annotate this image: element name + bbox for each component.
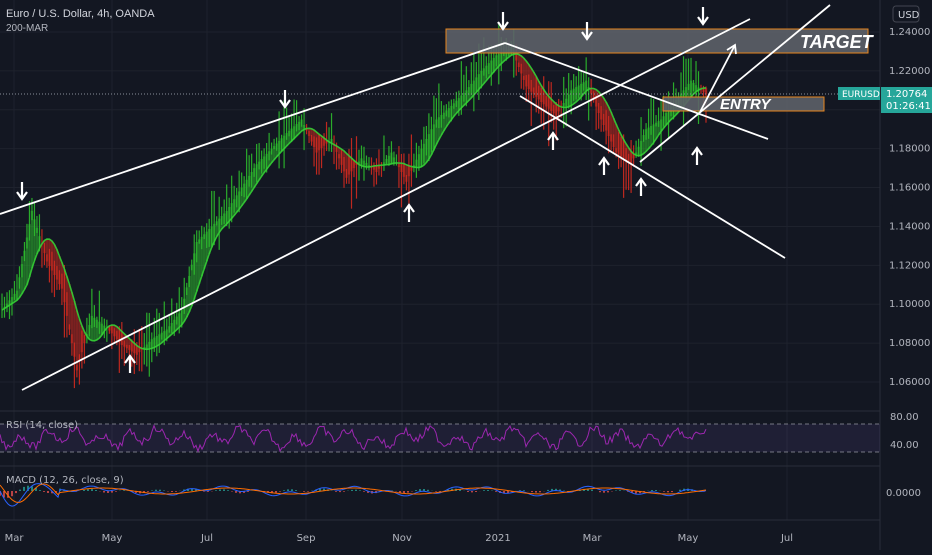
price-axis[interactable]: 1.240001.220001.200001.180001.160001.140… [889,27,930,388]
trend-lines[interactable] [0,4,831,391]
macd-line [0,483,707,507]
price-tick-label: 1.18000 [889,144,930,155]
rsi-tick-40: 40.00 [890,440,919,451]
currency-button-label: USD [898,10,920,21]
price-tick-label: 1.14000 [889,221,930,232]
time-tick-label: May [102,533,123,544]
price-chart[interactable]: TARGET ENTRY RSI (14, close) MACD (12, 2… [0,0,932,550]
macd-label: MACD (12, 26, close, 9) [6,475,124,486]
price-tick-label: 1.24000 [889,27,930,38]
chart-stage: TARGET ENTRY RSI (14, close) MACD (12, 2… [0,0,932,550]
time-tick-label: 2021 [485,533,510,544]
price-tag-value: 1.20764 [886,89,927,100]
price-tag-countdown: 01:26:41 [886,101,931,112]
price-tick-label: 1.22000 [889,66,930,77]
wedge-lower-line[interactable] [519,95,786,259]
channel-lower-line[interactable] [21,18,751,391]
price-tick-label: 1.12000 [889,260,930,271]
entry-label: ENTRY [720,96,773,113]
price-tick-label: 1.16000 [889,183,930,194]
time-tick-label: Mar [583,533,603,544]
price-tick-label: 1.06000 [889,377,930,388]
symbol-tag-text: EURUSD [842,90,880,100]
time-tick-label: Jul [200,533,213,544]
time-tick-label: Nov [392,533,412,544]
time-tick-label: Mar [5,533,25,544]
rsi-band [0,424,880,452]
price-tick-label: 1.10000 [889,299,930,310]
indicator-label: 200-MAR [6,23,49,34]
time-tick-label: Sep [297,533,316,544]
rsi-tick-80: 80.00 [890,412,919,423]
price-tick-label: 1.08000 [889,338,930,349]
time-axis[interactable]: Mar May Jul Sep Nov 2021 Mar May Jul [5,533,793,544]
target-label: TARGET [800,32,875,52]
macd-tick-0: 0.0000 [886,488,921,499]
time-tick-label: Jul [780,533,793,544]
time-tick-label: May [678,533,699,544]
chart-title: Euro / U.S. Dollar, 4h, OANDA [6,8,155,20]
rsi-label: RSI (14, close) [6,420,78,431]
marker-arrows [16,7,709,373]
